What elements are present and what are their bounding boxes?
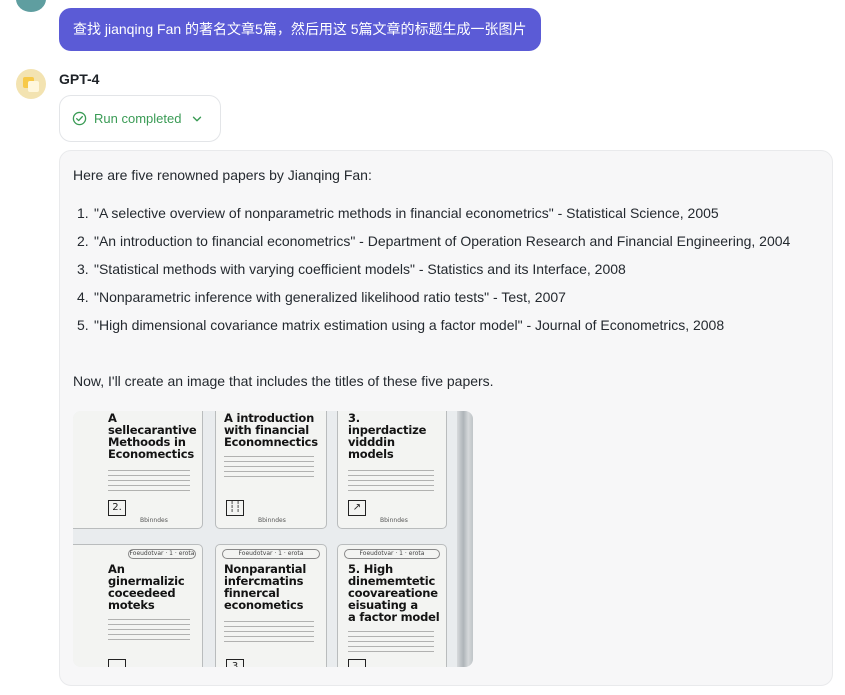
run-status-label: Run completed [94, 111, 182, 126]
user-avatar [16, 0, 46, 12]
image-card-6: Foeudotvar · 1 · erota 5. High dinememte… [337, 544, 447, 667]
chevron-down-icon [193, 116, 202, 121]
avatar-shape-front [28, 81, 39, 92]
list-item: 2. "An introduction to financial economet… [77, 233, 791, 249]
list-item: 5. "High dimensional covariance matrix es… [77, 317, 725, 333]
paper-list: 1. "A selective overview of nonparametric… [73, 203, 813, 343]
bot-avatar [16, 69, 46, 99]
check-circle-icon [72, 111, 87, 126]
list-item: 4. "Nonparametric inference with generali… [77, 289, 566, 305]
list-item: 1. "A selective overview of nonparametric… [77, 205, 719, 221]
run-status-toggle[interactable]: Run completed [59, 95, 221, 142]
image-card-2: A introduction with financial Economnect… [215, 411, 327, 529]
image-card-5: Foeudotvar · 1 · erota Nonparantial infe… [215, 544, 327, 667]
image-card-3: 3. inperdactize vidddin models ↗ Bbinnde… [337, 411, 447, 529]
bot-name: GPT-4 [59, 71, 100, 87]
user-message: 查找 jianqing Fan 的著名文章5篇，然后用这 5篇文章的标题生成一张… [59, 8, 541, 51]
image-card-1: A sellecarantive Methoods in Economectic… [73, 411, 203, 529]
list-item: 3. "Statistical methods with varying coef… [77, 261, 626, 277]
image-card-4: Foeudotvar · 1 · erota An ginermalizic c… [73, 544, 203, 667]
generated-image[interactable]: A sellecarantive Methoods in Economectic… [73, 411, 473, 667]
assistant-message: Here are five renowned papers by Jianqin… [59, 150, 833, 686]
response-outro: Now, I'll create an image that includes … [73, 373, 494, 389]
response-intro: Here are five renowned papers by Jianqin… [73, 167, 372, 183]
book-spine [457, 411, 473, 667]
